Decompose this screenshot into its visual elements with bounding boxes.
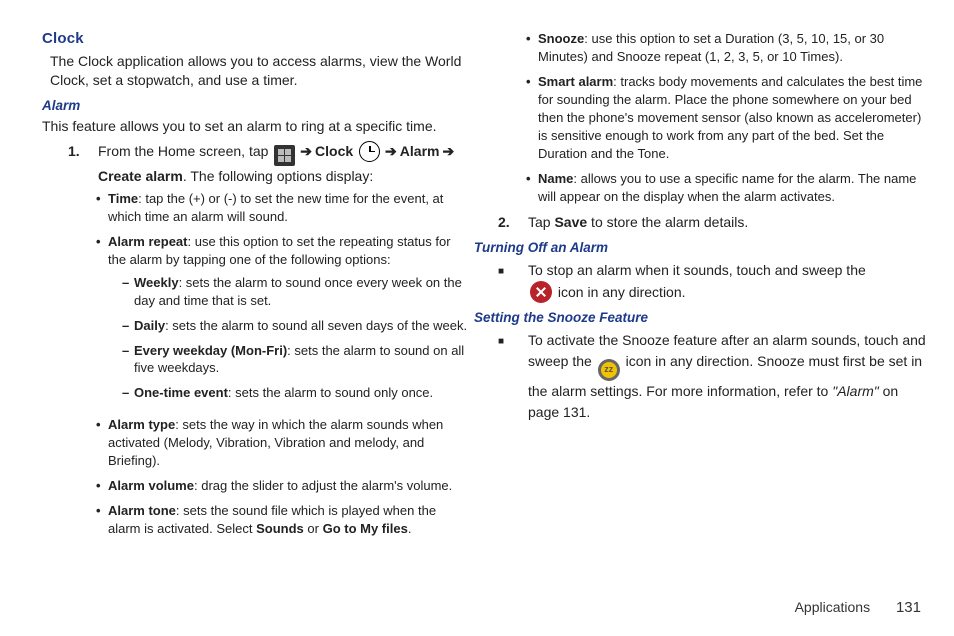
- bullet-text: : allows you to use a specific name for …: [538, 171, 916, 204]
- square-bullet-off: ■ To stop an alarm when it sounds, touch…: [498, 260, 926, 303]
- sub-label: One-time event: [134, 385, 228, 400]
- bullet-dot-icon: •: [96, 502, 108, 538]
- clock-icon: [359, 141, 380, 162]
- heading-snooze-feature: Setting the Snooze Feature: [474, 310, 926, 325]
- sub-text: : sets the alarm to sound only once.: [228, 385, 433, 400]
- alarm-intro: This feature allows you to set an alarm …: [42, 117, 470, 136]
- bullet-dot-icon: •: [96, 233, 108, 410]
- bullet-text: : tap the (+) or (-) to set the new time…: [108, 191, 443, 224]
- heading-turning-off: Turning Off an Alarm: [474, 240, 926, 255]
- text-fragment: to store the alarm details.: [587, 214, 748, 230]
- bullet-list-right: • Snooze: use this option to set a Durat…: [526, 30, 926, 205]
- bullet-label: Snooze: [538, 31, 584, 46]
- stop-alarm-icon: [530, 281, 552, 303]
- bullet-label: Time: [108, 191, 138, 206]
- arrow-icon: ➔: [385, 143, 397, 159]
- sub-label: Daily: [134, 318, 165, 333]
- bullet-label: Smart alarm: [538, 74, 613, 89]
- bullet-dot-icon: •: [96, 477, 108, 495]
- bullet-time: • Time: tap the (+) or (-) to set the ne…: [96, 190, 470, 226]
- sub-daily: – Daily: sets the alarm to sound all sev…: [122, 317, 470, 335]
- dash-icon: –: [122, 384, 134, 402]
- bullet-snooze: • Snooze: use this option to set a Durat…: [526, 30, 926, 66]
- snooze-zz-icon: zz: [598, 359, 620, 381]
- label-create-alarm: Create alarm: [98, 168, 183, 184]
- clock-intro: The Clock application allows you to acce…: [50, 52, 470, 91]
- bullet-label: Alarm repeat: [108, 234, 187, 249]
- label-sounds: Sounds: [256, 521, 304, 536]
- text-fragment: To stop an alarm when it sounds, touch a…: [528, 262, 866, 278]
- square-bullet-icon: ■: [498, 330, 528, 423]
- bullet-dot-icon: •: [526, 73, 538, 163]
- text-fragment: From the Home screen, tap: [98, 143, 272, 159]
- dash-icon: –: [122, 274, 134, 310]
- bullet-label: Alarm tone: [108, 503, 176, 518]
- sub-weekly: – Weekly: sets the alarm to sound once e…: [122, 274, 470, 310]
- sub-text: : sets the alarm to sound all seven days…: [165, 318, 467, 333]
- step-number: 2.: [498, 212, 528, 233]
- text-fragment: icon in any direction.: [554, 284, 686, 300]
- left-column: Clock The Clock application allows you t…: [42, 30, 470, 545]
- bullet-alarm-volume: • Alarm volume: drag the slider to adjus…: [96, 477, 470, 495]
- text-fragment: or: [304, 521, 323, 536]
- bullet-label: Name: [538, 171, 573, 186]
- sub-list: – Weekly: sets the alarm to sound once e…: [122, 274, 470, 403]
- bullet-alarm-repeat: • Alarm repeat: use this option to set t…: [96, 233, 470, 410]
- footer-page-number: 131: [896, 599, 921, 616]
- bullet-text: : drag the slider to adjust the alarm's …: [194, 478, 452, 493]
- step-1: 1. From the Home screen, tap ➔Clock ➔Ala…: [68, 141, 470, 187]
- footer-section: Applications: [795, 599, 871, 615]
- label-alarm: Alarm: [400, 143, 440, 159]
- heading-alarm: Alarm: [42, 98, 470, 113]
- sub-onetime: – One-time event: sets the alarm to soun…: [122, 384, 470, 402]
- step-number: 1.: [68, 141, 98, 187]
- right-column: • Snooze: use this option to set a Durat…: [498, 30, 926, 545]
- page-footer: Applications 131: [795, 599, 921, 616]
- step-2: 2. Tap Save to store the alarm details.: [498, 212, 926, 233]
- sub-label: Weekly: [134, 275, 179, 290]
- bullet-name: • Name: allows you to use a specific nam…: [526, 170, 926, 206]
- page-content: Clock The Clock application allows you t…: [0, 0, 954, 545]
- arrow-icon: ➔: [300, 143, 312, 159]
- bullet-list: • Time: tap the (+) or (-) to set the ne…: [96, 190, 470, 538]
- label-save: Save: [554, 214, 587, 230]
- arrow-icon: ➔: [442, 143, 454, 159]
- square-bullet-icon: ■: [498, 260, 528, 303]
- text-fragment: Tap: [528, 214, 554, 230]
- heading-clock: Clock: [42, 30, 470, 47]
- apps-grid-icon: [274, 145, 295, 166]
- bullet-smart-alarm: • Smart alarm: tracks body movements and…: [526, 73, 926, 163]
- bullet-dot-icon: •: [96, 190, 108, 226]
- sub-label: Every weekday (Mon-Fri): [134, 343, 287, 358]
- bullet-text: : use this option to set a Duration (3, …: [538, 31, 884, 64]
- bullet-dot-icon: •: [96, 416, 108, 470]
- bullet-dot-icon: •: [526, 170, 538, 206]
- sub-weekday: – Every weekday (Mon-Fri): sets the alar…: [122, 342, 470, 378]
- dash-icon: –: [122, 317, 134, 335]
- bullet-label: Alarm volume: [108, 478, 194, 493]
- dash-icon: –: [122, 342, 134, 378]
- sub-text: : sets the alarm to sound once every wee…: [134, 275, 462, 308]
- text-fragment: .: [408, 521, 412, 536]
- bullet-dot-icon: •: [526, 30, 538, 66]
- step-body: Tap Save to store the alarm details.: [528, 212, 926, 233]
- square-bullet-body: To stop an alarm when it sounds, touch a…: [528, 260, 926, 303]
- step-body: From the Home screen, tap ➔Clock ➔Alarm➔…: [98, 141, 470, 187]
- text-fragment: . The following options display:: [183, 168, 373, 184]
- label-gotomyfiles: Go to My files: [323, 521, 408, 536]
- bullet-alarm-type: • Alarm type: sets the way in which the …: [96, 416, 470, 470]
- bullet-label: Alarm type: [108, 417, 175, 432]
- square-bullet-snooze: ■ To activate the Snooze feature after a…: [498, 330, 926, 423]
- bullet-alarm-tone: • Alarm tone: sets the sound file which …: [96, 502, 470, 538]
- cross-ref: "Alarm": [832, 383, 879, 399]
- square-bullet-body: To activate the Snooze feature after an …: [528, 330, 926, 423]
- label-clock: Clock: [315, 143, 353, 159]
